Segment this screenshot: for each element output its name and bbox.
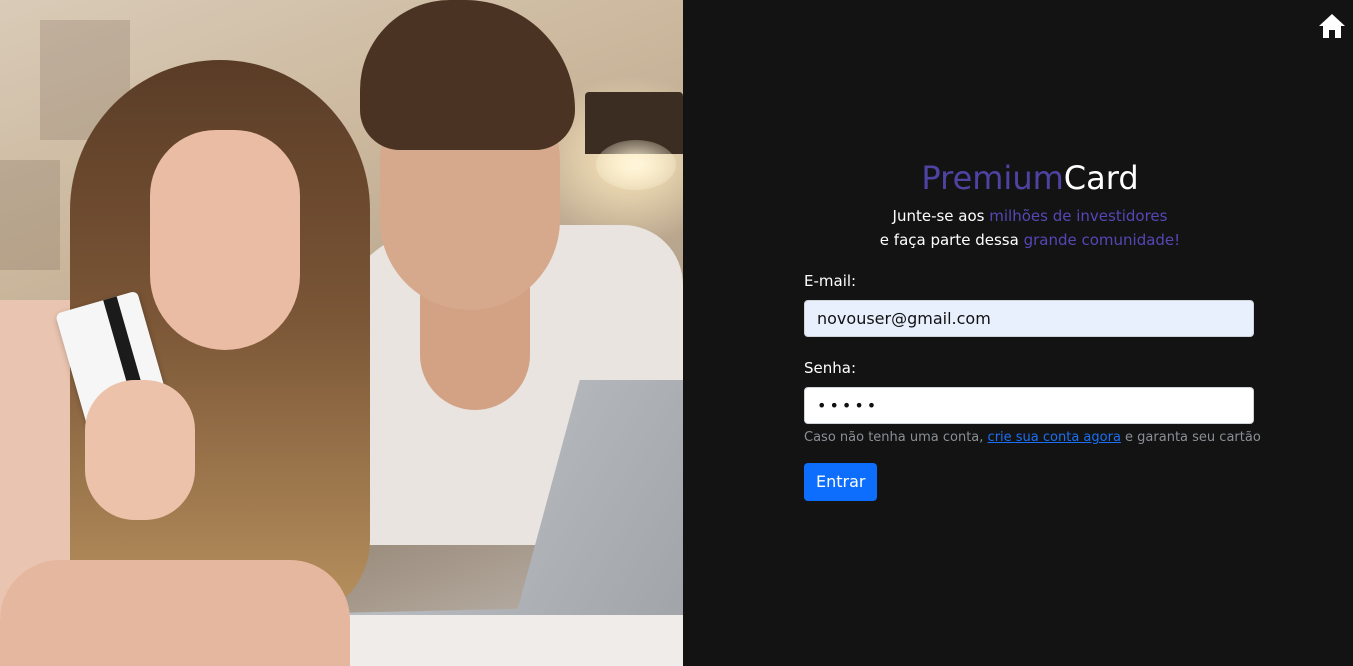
- hint-prefix: Caso não tenha uma conta,: [804, 430, 988, 445]
- tagline-line1-text: Junte-se aos: [892, 207, 990, 225]
- brand-title: PremiumCard: [804, 158, 1256, 198]
- arm: [0, 560, 350, 666]
- brand-part-card: Card: [1063, 159, 1139, 197]
- submit-button[interactable]: Entrar: [804, 463, 878, 501]
- tagline-line1-accent: milhões de investidores: [989, 207, 1168, 225]
- email-label: E-mail:: [804, 272, 857, 290]
- man-hair: [360, 0, 575, 150]
- create-account-link[interactable]: crie sua conta agora: [988, 430, 1121, 445]
- login-panel: PremiumCard Junte-se aos milhões de inve…: [683, 0, 1353, 666]
- hand: [85, 380, 195, 520]
- tagline-line-1: Junte-se aos milhões de investidores: [804, 204, 1256, 228]
- brand-part-premium: Premium: [921, 159, 1064, 197]
- password-input[interactable]: [804, 387, 1254, 424]
- login-content: PremiumCard Junte-se aos milhões de inve…: [804, 158, 1261, 501]
- wall-tile: [0, 160, 60, 270]
- hero-photo: [0, 0, 683, 666]
- lamp-glow: [596, 140, 676, 190]
- tagline-line2-text: e faça parte dessa: [879, 231, 1024, 249]
- home-icon[interactable]: [1317, 12, 1347, 40]
- woman-face: [150, 130, 300, 350]
- hint-suffix: e garanta seu cartão: [1120, 430, 1261, 445]
- email-input[interactable]: [804, 300, 1254, 337]
- tagline: Junte-se aos milhões de investidores e f…: [804, 204, 1256, 252]
- password-label: Senha:: [804, 359, 857, 377]
- tagline-line2-accent: grande comunidade!: [1023, 231, 1181, 249]
- signup-hint: Caso não tenha uma conta, crie sua conta…: [804, 430, 1261, 445]
- tagline-line-2: e faça parte dessa grande comunidade!: [804, 228, 1256, 252]
